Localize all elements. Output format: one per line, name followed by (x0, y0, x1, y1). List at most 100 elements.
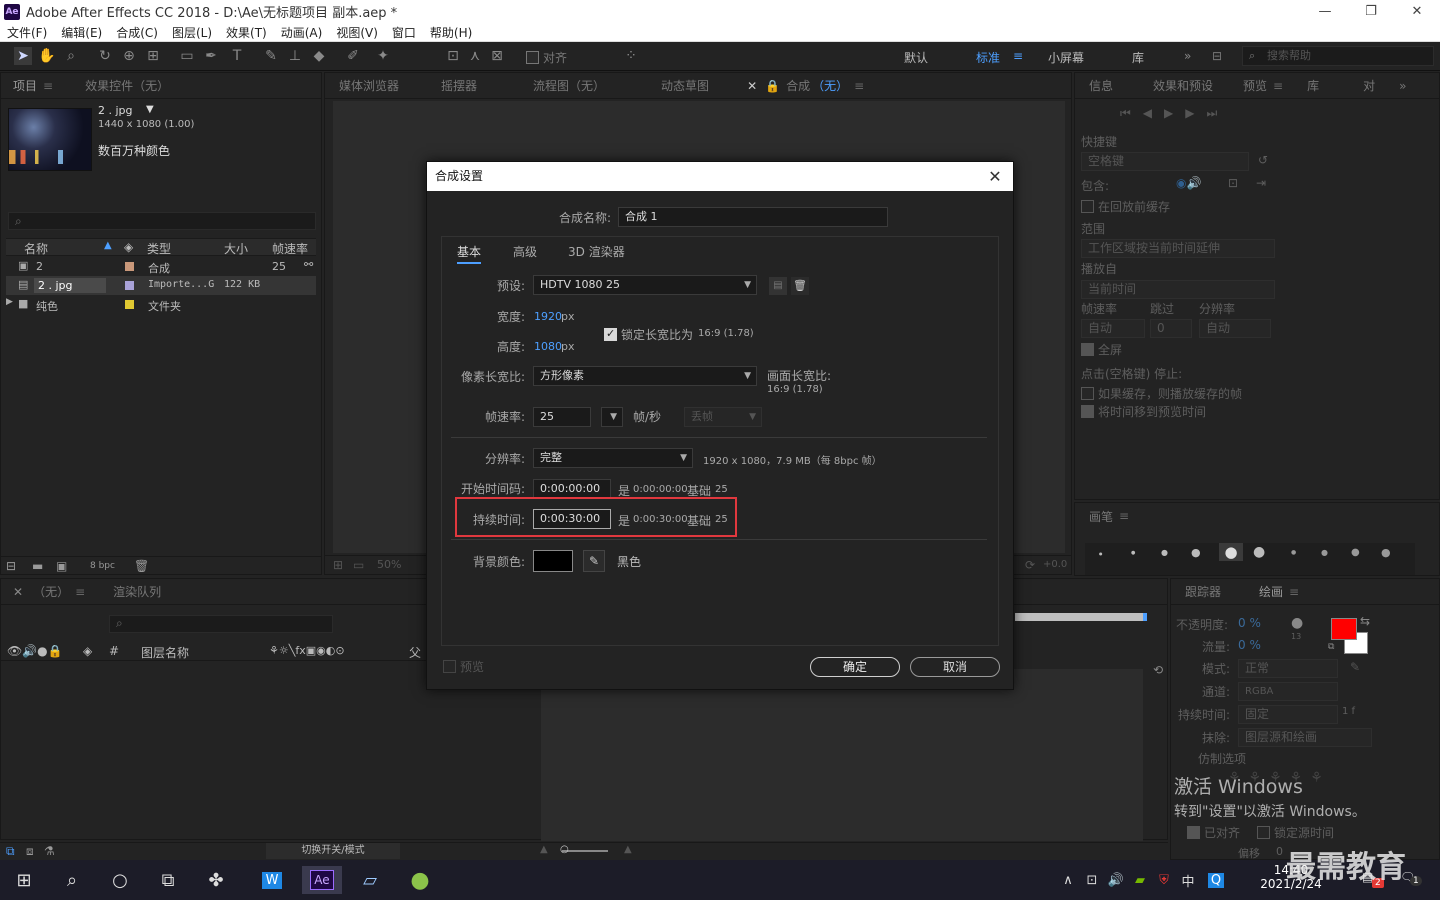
fps-preset-select[interactable]: ▼ (601, 407, 623, 427)
swap-colors-icon[interactable]: ⇆ (1360, 614, 1370, 628)
after-effects-taskbar-icon[interactable]: Ae (302, 866, 342, 894)
zoom-out-icon[interactable]: ▲ (540, 844, 548, 855)
toggle-switches-modes-button[interactable]: 切换开关/模式 (266, 843, 400, 859)
exposure-icon[interactable]: ⟳ (1025, 558, 1035, 572)
if-cached-checkbox[interactable] (1081, 387, 1094, 400)
rectangle-tool-icon[interactable]: ▭ (178, 47, 196, 65)
panel-menu-icon[interactable]: ≡ (1289, 585, 1299, 599)
label-color-swatch[interactable] (125, 300, 134, 309)
minimize-button[interactable]: — (1302, 0, 1348, 23)
eyedropper-icon[interactable]: ✎ (583, 550, 605, 572)
project-row[interactable]: ▶ ■ 纯色 文件夹 (6, 295, 316, 314)
delete-preset-icon[interactable]: 🗑 (791, 277, 809, 295)
expand-arrow-icon[interactable]: ▶ (6, 297, 13, 307)
playback-controls[interactable]: ⏮◀▶▶⏭ (1120, 106, 1229, 121)
volume-icon[interactable]: 🔊 (1106, 866, 1126, 894)
zoom-level[interactable]: 50% (377, 558, 401, 571)
column-fps[interactable]: 帧速率 (272, 240, 308, 257)
tab-composition[interactable]: 合成 (786, 77, 810, 94)
reset-icon[interactable]: ↺ (1258, 153, 1268, 167)
tab-timeline-none[interactable]: （无） (33, 583, 69, 600)
tab-preview[interactable]: 预览 (1243, 77, 1267, 94)
move-time-checkbox[interactable] (1081, 405, 1094, 418)
menu-view[interactable]: 视图(V) (336, 24, 378, 41)
tray-expand-icon[interactable]: ∧ (1058, 866, 1078, 894)
menu-layer[interactable]: 图层(L) (172, 24, 212, 41)
notepad-app-icon[interactable]: ▱ (354, 866, 386, 894)
duration-frames[interactable]: 1 f (1342, 706, 1355, 717)
network-icon[interactable]: ⊡ (1082, 866, 1102, 894)
foreground-color-swatch[interactable] (1331, 618, 1357, 640)
layer-icon[interactable]: ⧈ (26, 844, 34, 859)
eyedropper-icon[interactable]: ✎ (1350, 660, 1360, 674)
fps-select[interactable]: 自动 (1081, 319, 1145, 338)
range-select[interactable]: 工作区域按当前时间延伸 (1081, 239, 1275, 258)
tab-tracker[interactable]: 跟踪器 (1185, 583, 1221, 600)
menu-animation[interactable]: 动画(A) (281, 24, 323, 41)
shortcut-select[interactable]: 空格键 (1081, 152, 1249, 171)
flow-value[interactable]: 0 % (1238, 638, 1261, 652)
nvidia-icon[interactable]: ▰ (1130, 866, 1150, 894)
height-value[interactable]: 1080 (534, 340, 562, 353)
lock-aspect-checkbox[interactable] (604, 327, 617, 341)
project-search-input[interactable]: ⌕ (8, 212, 316, 230)
pinwheel-app-icon[interactable]: ✤ (200, 866, 232, 894)
pen-tool-icon[interactable]: ✒ (202, 47, 220, 65)
ime-lang[interactable]: 中 (1178, 866, 1198, 894)
exposure-value[interactable]: +0.0 (1043, 559, 1067, 570)
roto-brush-tool-icon[interactable]: ✐ (344, 47, 362, 65)
tab-advanced[interactable]: 高级 (513, 243, 537, 260)
brush-tips[interactable]: ● ● ● ● ● ● ● ● ● ● (1085, 543, 1415, 575)
monitor-icon[interactable]: ▭ (353, 558, 364, 572)
tab-flowchart[interactable]: 流程图（无） (533, 77, 605, 94)
label-tag-icon[interactable]: ◈ (124, 240, 133, 254)
tab-info[interactable]: 信息 (1089, 77, 1113, 94)
close-tab-icon[interactable]: ✕ (13, 585, 23, 599)
timeline-track-area[interactable] (541, 669, 1143, 841)
channel-select[interactable]: RGBA (1238, 682, 1338, 701)
default-colors-icon[interactable]: ⧉ (1328, 642, 1334, 652)
interpret-footage-icon[interactable]: ⊟ (6, 559, 16, 573)
task-view-icon[interactable]: ⧉ (152, 866, 184, 894)
flowchart-icon[interactable]: ⚯ (304, 258, 313, 271)
play-from-select[interactable]: 当前时间 (1081, 280, 1275, 299)
eraser-tool-icon[interactable]: ◆ (310, 47, 328, 65)
tab-3d-renderer[interactable]: 3D 渲染器 (568, 243, 625, 260)
item-dropdown-icon[interactable]: ▼ (146, 104, 154, 115)
width-value[interactable]: 1920 (534, 310, 562, 323)
lock-icon[interactable]: 🔒 (765, 79, 780, 93)
zoom-tool-icon[interactable]: ⌕ (62, 47, 80, 65)
panel-menu-icon[interactable]: ≡ (854, 79, 864, 93)
menu-composition[interactable]: 合成(C) (116, 24, 158, 41)
menu-edit[interactable]: 编辑(E) (61, 24, 102, 41)
local-axis-icon[interactable]: ⊡ (444, 47, 462, 65)
project-row[interactable]: ▤ 2 . jpg Importe...G 122 KB (6, 276, 316, 295)
aligned-checkbox[interactable] (1187, 826, 1200, 839)
tab-motion-sketch[interactable]: 动态草图 (661, 77, 709, 94)
tab-effect-controls[interactable]: 效果控件（无） (85, 77, 169, 94)
new-folder-icon[interactable]: ▬ (32, 559, 43, 573)
pixel-aspect-select[interactable]: 方形像素 ▼ (533, 366, 757, 386)
more-workspaces-icon[interactable]: » (1184, 49, 1191, 63)
cortana-icon[interactable]: ○ (104, 866, 136, 894)
search-help-input[interactable]: ⌕ 搜索帮助 (1242, 46, 1434, 66)
world-axis-icon[interactable]: ⋏ (466, 47, 484, 65)
start-icon[interactable]: ⊞ (8, 866, 40, 894)
layer-switches-icons[interactable]: ⚘☼╲fx▣◉◐⊙ (269, 644, 345, 657)
workspace-library[interactable]: 库 (1132, 49, 1144, 66)
restore-button[interactable]: ❐ (1348, 0, 1394, 23)
puppet-pin-tool-icon[interactable]: ✦ (374, 47, 392, 65)
tab-render-queue[interactable]: 渲染队列 (113, 583, 161, 600)
qq-icon[interactable]: Q (1204, 866, 1228, 894)
fullscreen-checkbox[interactable] (1081, 343, 1094, 356)
magnification-icon[interactable]: ⊞ (333, 558, 343, 572)
tab-project[interactable]: 项目 (13, 77, 37, 94)
panel-menu-icon[interactable]: ≡ (43, 79, 53, 93)
panel-menu-icon[interactable]: ≡ (75, 585, 85, 599)
workspace-menu-icon[interactable]: ≡ (1013, 49, 1023, 63)
clone-stamp-tool-icon[interactable]: ⊥ (286, 47, 304, 65)
dialog-close-icon[interactable]: ✕ (985, 162, 1005, 191)
selection-tool-icon[interactable]: ➤ (14, 47, 32, 65)
include-overlay-icon[interactable]: ⊡ (1228, 176, 1238, 190)
tab-wiggler[interactable]: 摇摆器 (441, 77, 477, 94)
